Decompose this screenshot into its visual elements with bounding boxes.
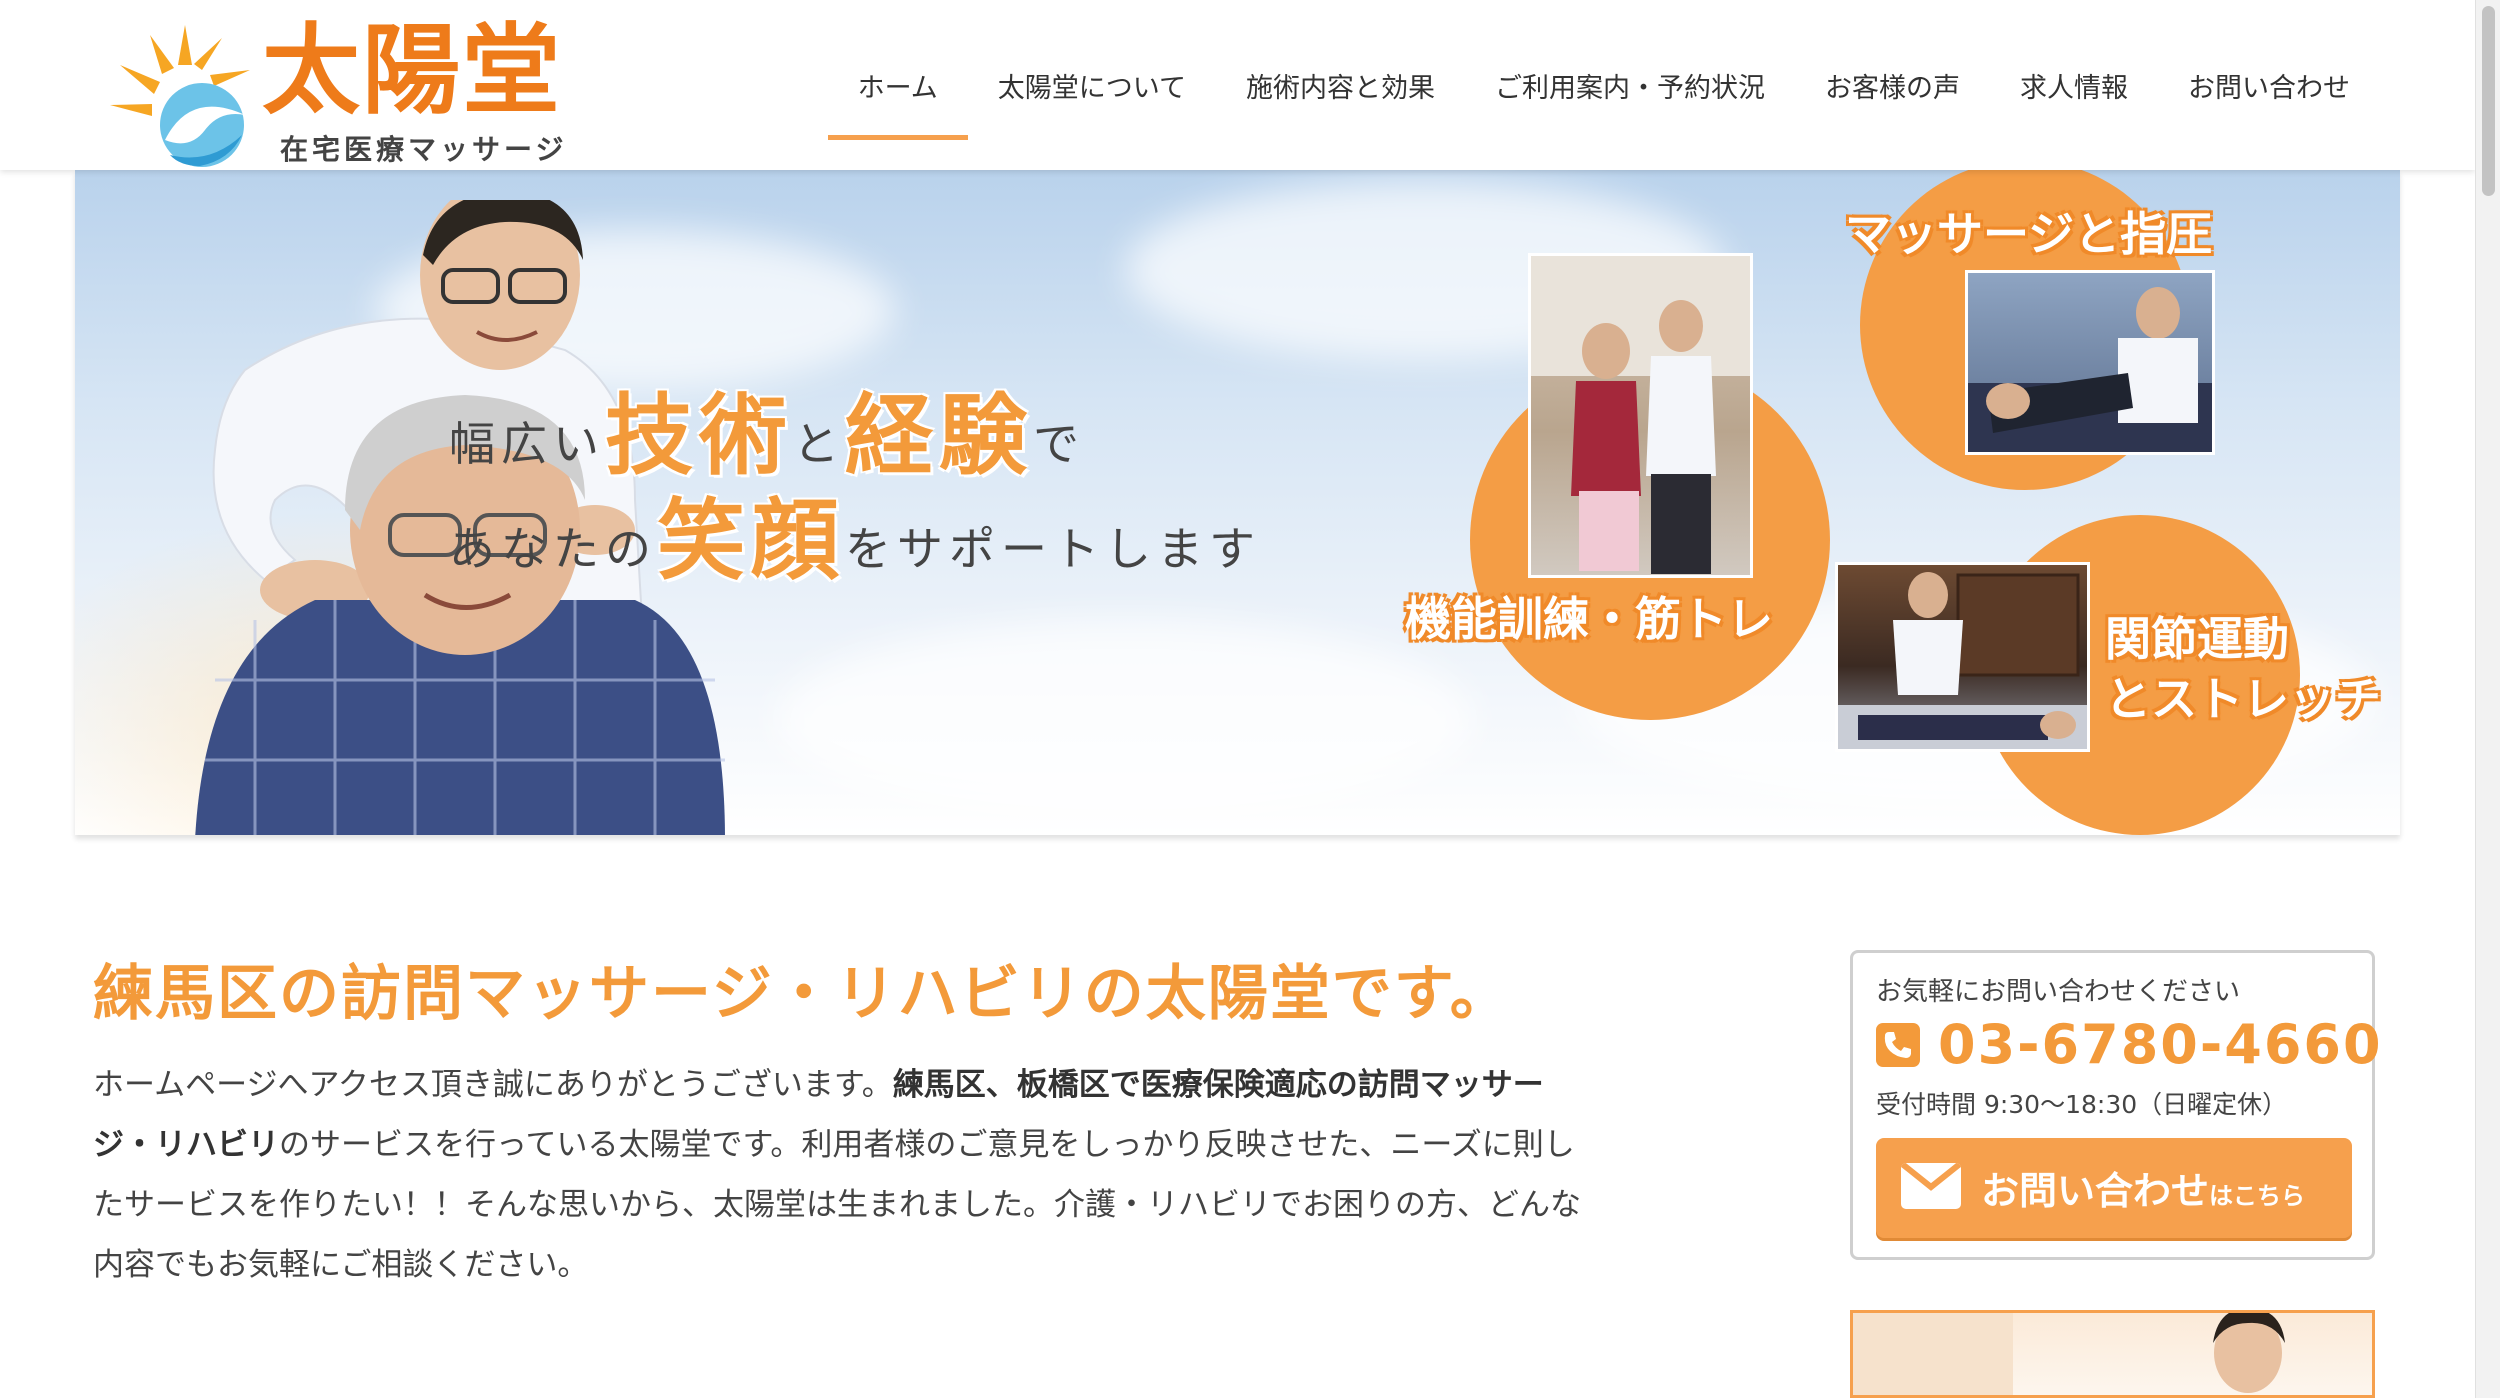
- nav-home[interactable]: ホーム: [827, 0, 969, 170]
- nav-contact[interactable]: お問い合わせ: [2158, 0, 2380, 170]
- contact-box: お気軽にお問い合わせください 03-6780-4660 受付時間 9:30〜18…: [1850, 950, 2381, 1260]
- page-title: 練馬区の訪問マッサージ・リハビリの太陽堂です。: [93, 959, 1512, 1029]
- service-label-training: 機能訓練・筋トレ: [1405, 592, 1773, 646]
- nav-guide-reservation[interactable]: ご利用案内・予約状況: [1465, 0, 1795, 170]
- page-scrollbar[interactable]: [2475, 0, 2500, 1398]
- brand-name: 太陽堂: [262, 13, 563, 128]
- stretch-photo: [1835, 562, 2090, 752]
- service-label-massage: マッサージと指圧: [1845, 207, 2213, 261]
- phone-number[interactable]: 03-6780-4660: [1938, 1013, 2383, 1076]
- contact-button[interactable]: お問い合わせはこちら: [1876, 1138, 2352, 1238]
- hero-banner: 幅広い技術と経験で あなたの笑顔をサポートします 機能訓練・筋トレ マッサージと…: [75, 170, 2400, 835]
- site-header: 太陽堂 在宅医療マッサージ ホーム 太陽堂について 施術内容と効果 ご利用案内・…: [0, 0, 2475, 170]
- service-label-joint: 関節運動: [2105, 612, 2289, 666]
- main-nav: ホーム 太陽堂について 施術内容と効果 ご利用案内・予約状況 お客様の声 求人情…: [827, 0, 2380, 170]
- hero-tagline-line2: あなたの笑顔をサポートします: [449, 489, 1262, 592]
- mail-icon: [1901, 1163, 1961, 1209]
- contact-button-label: お問い合わせはこちら: [1981, 1169, 2306, 1213]
- intro-paragraph: ホームページへアクセス頂き誠にありがとうございます。練馬区、板橋区で医療保険適応…: [93, 1067, 1581, 1283]
- contact-lead: お気軽にお問い合わせください: [1876, 977, 2241, 1007]
- cloud-decoration: [775, 620, 1475, 820]
- training-photo: [1528, 253, 1753, 578]
- business-hours: 受付時間 9:30〜18:30（日曜定休）: [1876, 1090, 2288, 1119]
- staff-banner[interactable]: [1850, 1310, 2375, 1398]
- site-logo[interactable]: 太陽堂 在宅医療マッサージ: [110, 10, 580, 167]
- service-label-stretch: とストレッチ: [2105, 672, 2381, 726]
- massage-photo: [1965, 270, 2215, 455]
- nav-treatments[interactable]: 施術内容と効果: [1216, 0, 1465, 170]
- sun-logo-icon: [110, 25, 250, 167]
- scrollbar-thumb[interactable]: [2482, 6, 2495, 196]
- nav-about[interactable]: 太陽堂について: [968, 0, 1216, 170]
- nav-jobs[interactable]: 求人情報: [1990, 0, 2158, 170]
- brand-tagline: 在宅医療マッサージ: [280, 133, 568, 166]
- nav-testimonials[interactable]: お客様の声: [1795, 0, 1990, 170]
- phone-icon: [1876, 1023, 1920, 1067]
